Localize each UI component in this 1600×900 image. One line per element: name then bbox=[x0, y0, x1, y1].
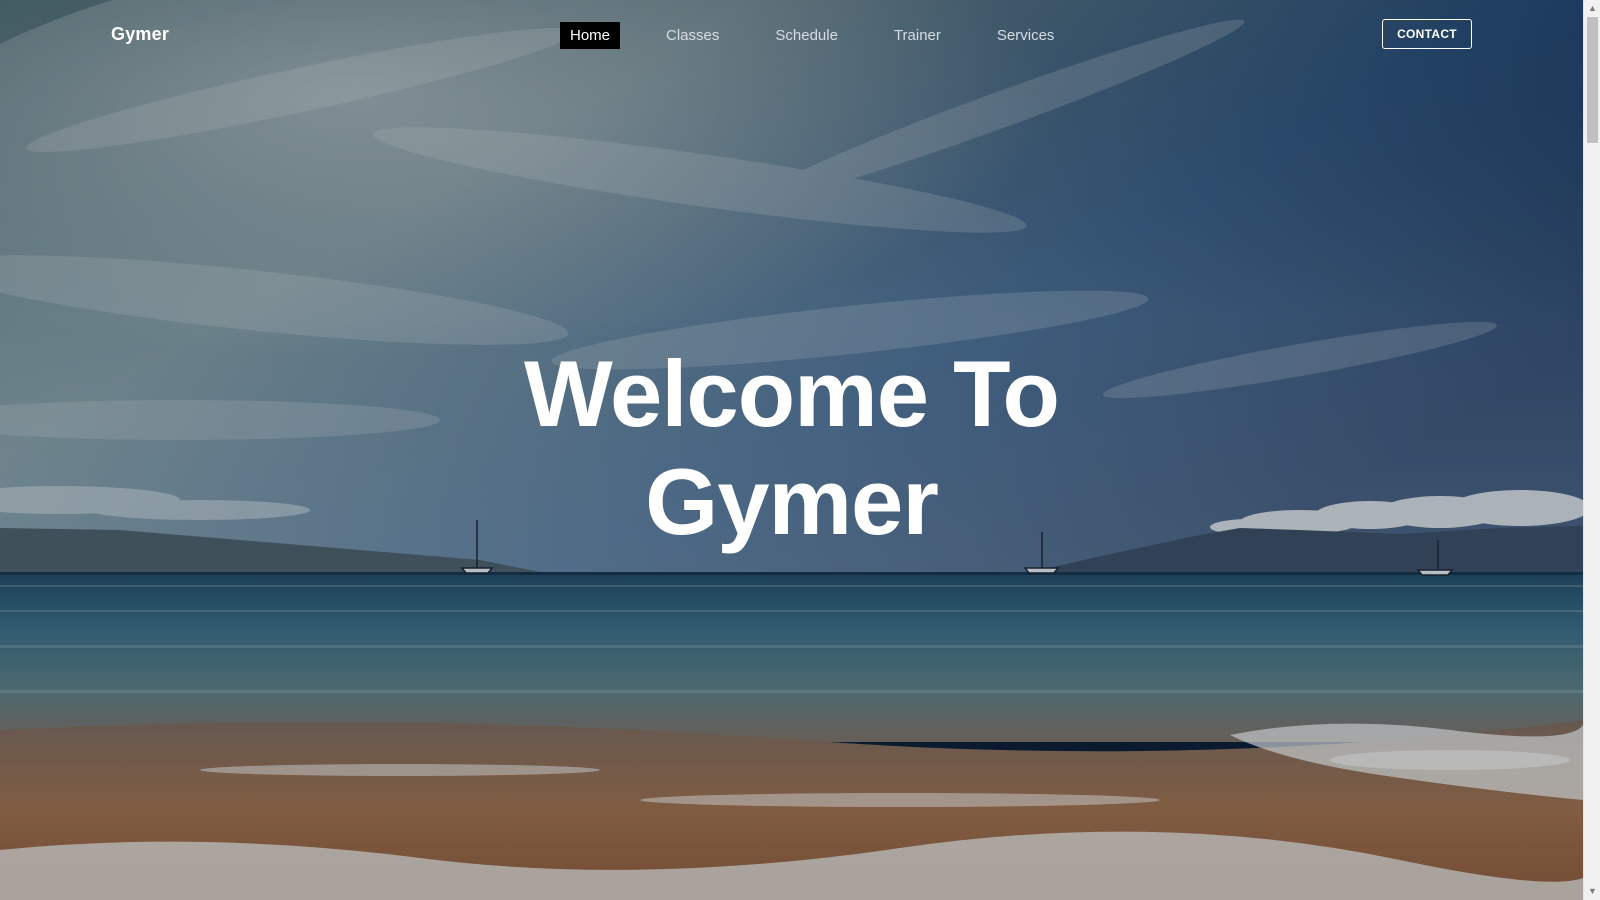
scrollbar-thumb[interactable] bbox=[1587, 17, 1598, 143]
brand-logo[interactable]: Gymer bbox=[111, 24, 169, 45]
scroll-up-arrow-icon[interactable]: ▲ bbox=[1584, 0, 1600, 17]
nav-item-schedule[interactable]: Schedule bbox=[765, 22, 848, 49]
hero-heading: Welcome To Gymer bbox=[0, 340, 1583, 556]
nav-item-trainer[interactable]: Trainer bbox=[884, 22, 951, 49]
main-menu: Home Classes Schedule Trainer Services bbox=[560, 22, 1100, 49]
top-navbar: Gymer Home Classes Schedule Trainer Serv… bbox=[0, 0, 1583, 70]
page-scrollbar[interactable]: ▲ ▼ bbox=[1583, 0, 1600, 900]
hero-heading-line-1: Welcome To bbox=[524, 341, 1060, 446]
scroll-down-arrow-icon[interactable]: ▼ bbox=[1584, 883, 1600, 900]
contact-button[interactable]: CONTACT bbox=[1382, 19, 1472, 49]
hero-heading-line-2: Gymer bbox=[645, 449, 939, 554]
page-viewport: Gymer Home Classes Schedule Trainer Serv… bbox=[0, 0, 1583, 900]
nav-item-classes[interactable]: Classes bbox=[656, 22, 729, 49]
nav-item-services[interactable]: Services bbox=[987, 22, 1065, 49]
nav-item-home[interactable]: Home bbox=[560, 22, 621, 49]
